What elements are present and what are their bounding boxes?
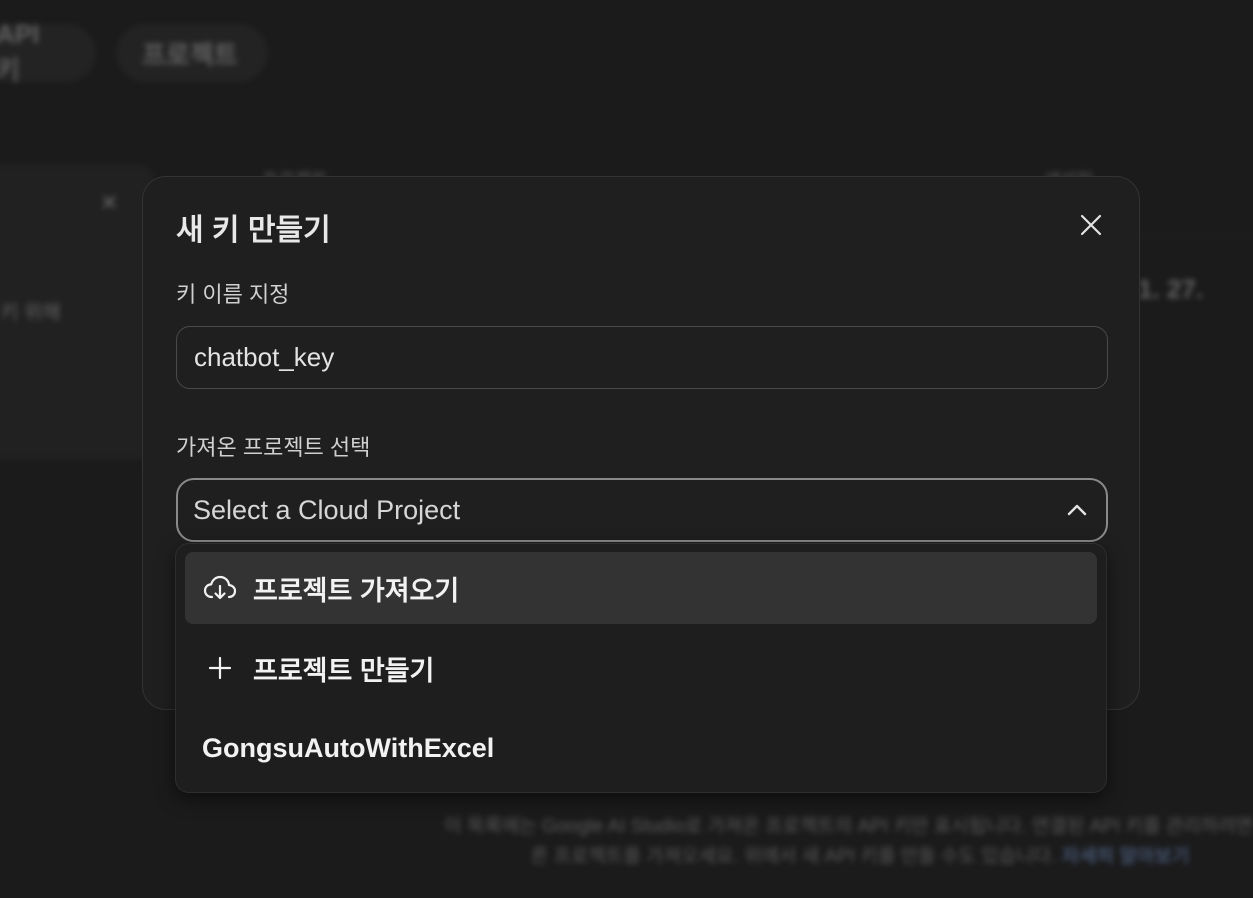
cloud-project-select[interactable]: Select a Cloud Project — [176, 478, 1108, 542]
menu-item-label: GongsuAutoWithExcel — [202, 732, 495, 763]
tab-api-keys[interactable]: API 키 — [0, 19, 96, 85]
created-date: 1. 27. — [1138, 274, 1204, 304]
menu-item-create-project[interactable]: 프로젝트 만들기 — [185, 632, 1097, 704]
dialog-title: 새 키 만들기 — [176, 214, 331, 247]
key-name-input[interactable] — [176, 326, 1108, 389]
project-dropdown-menu: 프로젝트 가져오기 프로젝트 만들기 GongsuAutoWithExcel — [175, 543, 1107, 793]
plus-icon — [203, 651, 237, 685]
close-icon — [1080, 214, 1102, 236]
tab-projects-label: 프로젝트 — [142, 39, 238, 70]
menu-item-label: 프로젝트 가져오기 — [253, 575, 460, 606]
chevron-up-icon — [1067, 504, 1087, 516]
learn-more-link[interactable]: 자세히 알아보기 — [1062, 846, 1190, 867]
divider — [1140, 236, 1253, 237]
cloud-download-icon — [203, 571, 237, 605]
menu-item-import-project[interactable]: 프로젝트 가져오기 — [185, 552, 1097, 624]
key-name-label: 키 이름 지정 — [176, 282, 290, 307]
select-placeholder: Select a Cloud Project — [193, 494, 461, 525]
menu-item-label: 프로젝트 만들기 — [253, 655, 435, 686]
tab-api-keys-label: API 키 — [0, 19, 40, 85]
close-button[interactable] — [1073, 207, 1109, 243]
background-panel-text: 키 위해 — [0, 302, 61, 324]
background-panel-close-icon: ✕ — [100, 190, 119, 215]
tab-projects[interactable]: 프로젝트 — [116, 24, 268, 82]
menu-item-project-gongsu[interactable]: GongsuAutoWithExcel — [185, 712, 1097, 784]
footer-note: 이 목록에는 Google AI Studio로 가져온 프로젝트의 API 키… — [440, 812, 1253, 872]
project-select-label: 가져온 프로젝트 선택 — [176, 435, 371, 460]
